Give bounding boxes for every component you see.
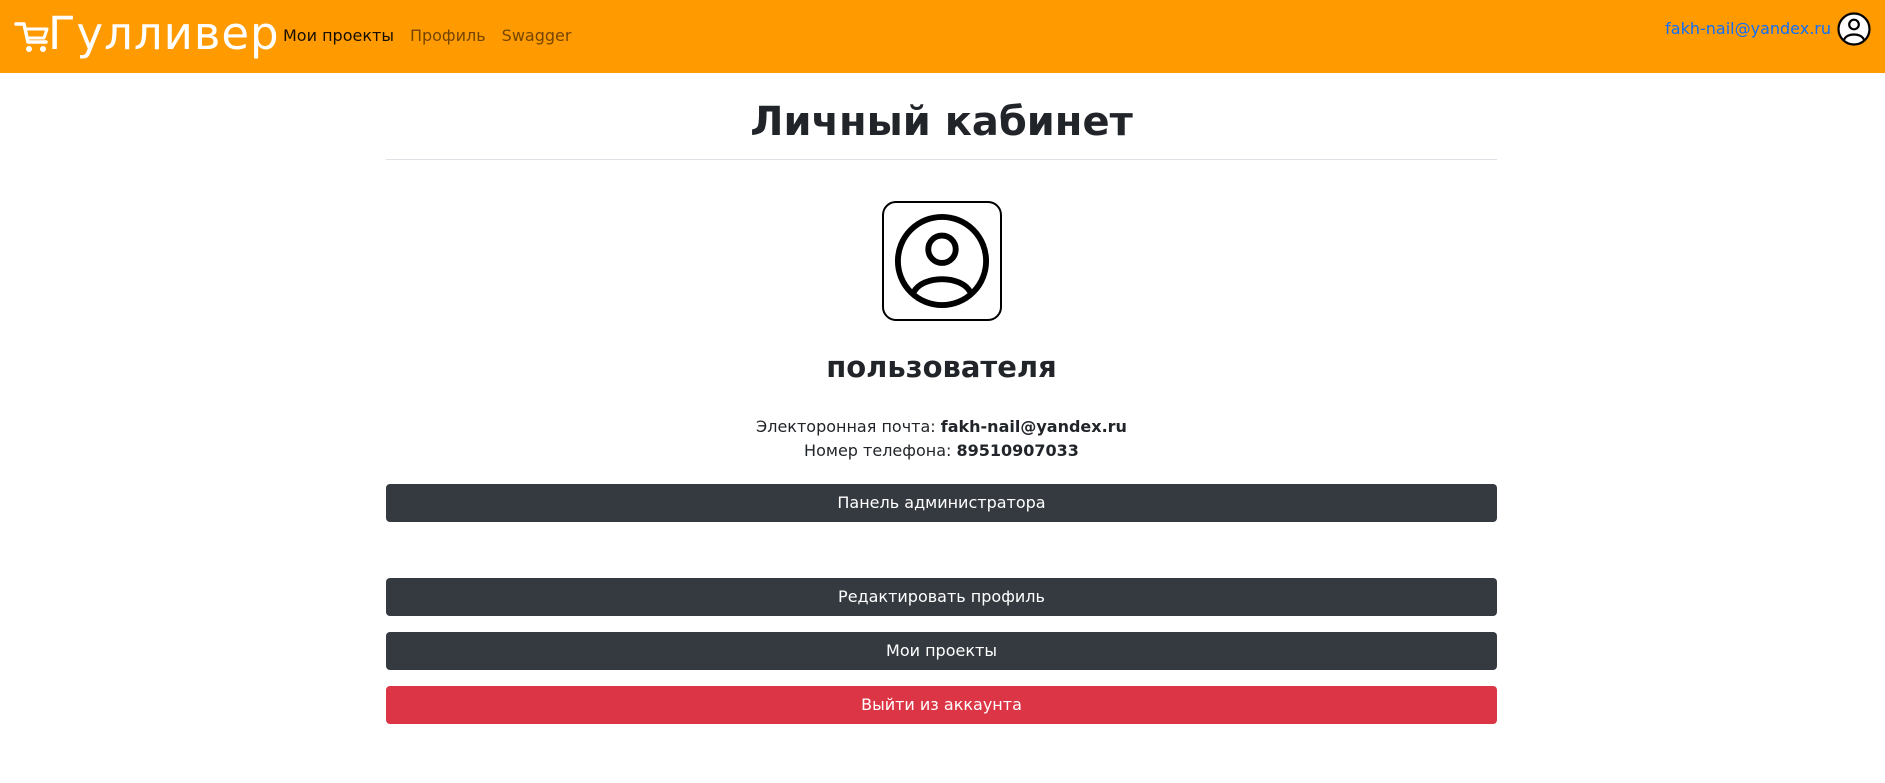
nav-item-profile[interactable]: Профиль <box>410 24 486 48</box>
main-nav: Мои проекты Профиль Swagger <box>283 24 587 48</box>
logout-button[interactable]: Выйти из аккаунта <box>386 686 1497 724</box>
nav-item-swagger[interactable]: Swagger <box>502 24 572 48</box>
brand-name: Гулливер <box>48 7 280 60</box>
username: пользователя <box>826 350 1057 384</box>
title-divider <box>386 159 1497 160</box>
phone-line: Номер телефона: 89510907033 <box>386 439 1497 463</box>
phone-value: 89510907033 <box>956 441 1079 460</box>
email-value: fakh-nail@yandex.ru <box>940 417 1127 436</box>
my-projects-button[interactable]: Мои проекты <box>386 632 1497 670</box>
edit-profile-button[interactable]: Редактировать профиль <box>386 578 1497 616</box>
nav-item-my-projects[interactable]: Мои проекты <box>283 24 394 48</box>
user-menu: fakh-nail@yandex.ru <box>1665 12 1871 46</box>
email-line: Электоронная почта: fakh-nail@yandex.ru <box>386 415 1497 439</box>
profile-avatar <box>881 201 1002 321</box>
user-email-link[interactable]: fakh-nail@yandex.ru <box>1665 17 1831 41</box>
user-circle-icon <box>894 213 989 309</box>
contact-info: Электоронная почта: fakh-nail@yandex.ru … <box>386 415 1497 463</box>
admin-panel-button[interactable]: Панель администратора <box>386 484 1497 522</box>
top-navbar: Гулливер Мои проекты Профиль Swagger fak… <box>0 0 1885 73</box>
email-label: Электоронная почта: <box>756 417 941 436</box>
profile-container: Личный кабинет пользователя Электоронная… <box>386 73 1497 724</box>
page-title: Личный кабинет <box>750 99 1133 145</box>
shopping-cart-icon <box>14 22 49 52</box>
brand-logo[interactable]: Гулливер <box>14 6 280 62</box>
phone-label: Номер телефона: <box>804 441 957 460</box>
user-circle-icon[interactable] <box>1837 12 1871 46</box>
